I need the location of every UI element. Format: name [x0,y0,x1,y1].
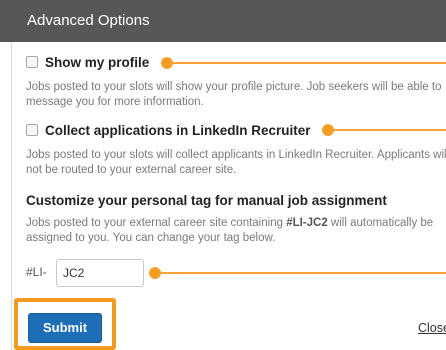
personal-tag-heading: Customize your personal tag for manual j… [26,193,387,208]
close-link[interactable]: Close [418,321,446,335]
show-profile-checkbox[interactable] [26,56,38,68]
submit-button[interactable]: Submit [28,313,102,343]
personal-tag-description-before: Jobs posted to your external career site… [26,217,287,229]
callout-line-personal-tag [160,272,446,274]
collect-applications-checkbox[interactable] [26,124,38,136]
panel-header: Advanced Options [0,0,446,42]
show-profile-description: Jobs posted to your slots will show your… [26,81,442,108]
personal-tag-example: #LI-JC2 [286,217,328,229]
tag-prefix-label: #LI- [26,265,47,279]
panel-title: Advanced Options [27,12,150,29]
collect-applications-label[interactable]: Collect applications in LinkedIn Recruit… [45,123,311,138]
callout-line-collect-applications [333,129,446,131]
callout-line-show-profile [172,62,446,64]
collect-applications-description: Jobs posted to your slots will collect a… [26,149,446,176]
personal-tag-description: Jobs posted to your external career site… [26,216,436,246]
show-profile-label[interactable]: Show my profile [45,55,149,70]
panel-left-border [11,42,12,350]
personal-tag-input[interactable] [56,259,144,287]
advanced-options-panel: Advanced Options Show my profile Jobs po… [0,0,446,350]
